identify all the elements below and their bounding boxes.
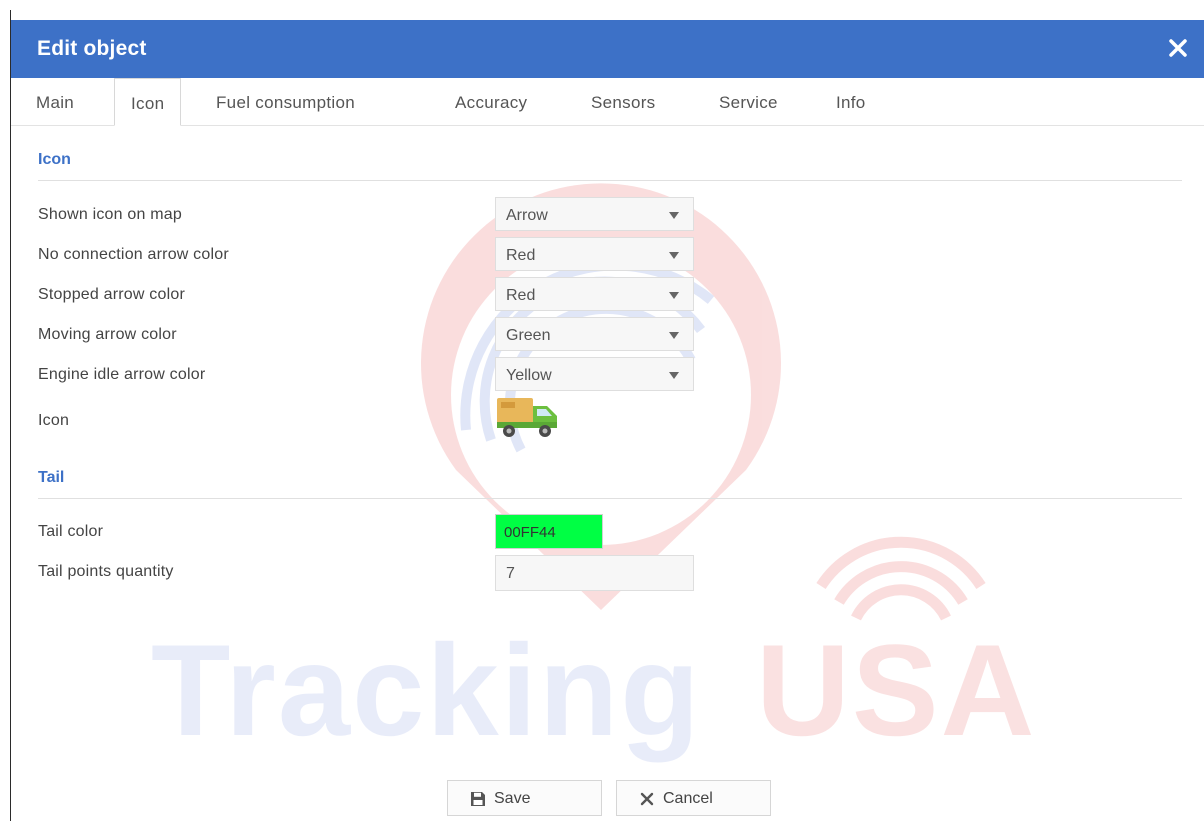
engine-idle-color-value: Yellow xyxy=(506,367,552,384)
stopped-color-label: Stopped arrow color xyxy=(38,286,185,303)
tail-points-label: Tail points quantity xyxy=(38,563,174,580)
tab-sensors[interactable]: Sensors xyxy=(591,78,655,125)
stopped-color-select[interactable]: Red xyxy=(495,277,694,311)
dropdown-arrow-icon xyxy=(669,292,679,299)
tab-main[interactable]: Main xyxy=(36,78,74,125)
tab-bar: Main Icon Fuel consumption Accuracy Sens… xyxy=(11,78,1204,126)
tab-fuel-consumption[interactable]: Fuel consumption xyxy=(216,78,355,125)
tab-info[interactable]: Info xyxy=(836,78,866,125)
watermark-text-usa: USA xyxy=(756,617,1037,763)
no-connection-color-label: No connection arrow color xyxy=(38,246,229,263)
edit-object-dialog: Tracking USA Edit object Main Icon Fuel … xyxy=(10,10,1204,821)
stopped-color-value: Red xyxy=(506,287,536,304)
tail-color-picker[interactable]: 00FF44 xyxy=(495,514,603,549)
engine-idle-color-select[interactable]: Yellow xyxy=(495,357,694,391)
floppy-disk-icon xyxy=(471,792,485,806)
dropdown-arrow-icon xyxy=(669,252,679,259)
close-icon xyxy=(640,792,654,806)
shown-icon-label: Shown icon on map xyxy=(38,206,182,223)
dropdown-arrow-icon xyxy=(669,212,679,219)
no-connection-color-select[interactable]: Red xyxy=(495,237,694,271)
cancel-label: Cancel xyxy=(663,790,713,807)
dropdown-arrow-icon xyxy=(669,332,679,339)
section-divider xyxy=(38,180,1182,181)
tab-icon[interactable]: Icon xyxy=(114,78,182,126)
close-icon[interactable] xyxy=(1165,35,1191,61)
dialog-title: Edit object xyxy=(37,37,147,60)
tab-accuracy[interactable]: Accuracy xyxy=(455,78,527,125)
save-button[interactable]: Save xyxy=(447,780,602,816)
shown-icon-select[interactable]: Arrow xyxy=(495,197,694,231)
tail-points-input[interactable]: 7 xyxy=(495,555,694,591)
tail-color-label: Tail color xyxy=(38,523,104,540)
save-label: Save xyxy=(494,790,531,807)
shown-icon-value: Arrow xyxy=(506,207,548,224)
moving-color-select[interactable]: Green xyxy=(495,317,694,351)
delivery-truck-icon[interactable] xyxy=(495,394,559,440)
moving-color-label: Moving arrow color xyxy=(38,326,177,343)
dialog-titlebar: Edit object xyxy=(11,20,1204,78)
section-divider xyxy=(38,498,1182,499)
section-title-icon: Icon xyxy=(38,151,71,168)
tab-service[interactable]: Service xyxy=(719,78,778,125)
trackingusa-logo-watermark xyxy=(421,183,986,621)
cancel-button[interactable]: Cancel xyxy=(616,780,771,816)
no-connection-color-value: Red xyxy=(506,247,536,264)
icon-label: Icon xyxy=(38,412,70,429)
moving-color-value: Green xyxy=(506,327,551,344)
watermark-text-tracking: Tracking xyxy=(151,617,702,763)
dropdown-arrow-icon xyxy=(669,372,679,379)
section-title-tail: Tail xyxy=(38,469,65,486)
engine-idle-color-label: Engine idle arrow color xyxy=(38,366,206,383)
